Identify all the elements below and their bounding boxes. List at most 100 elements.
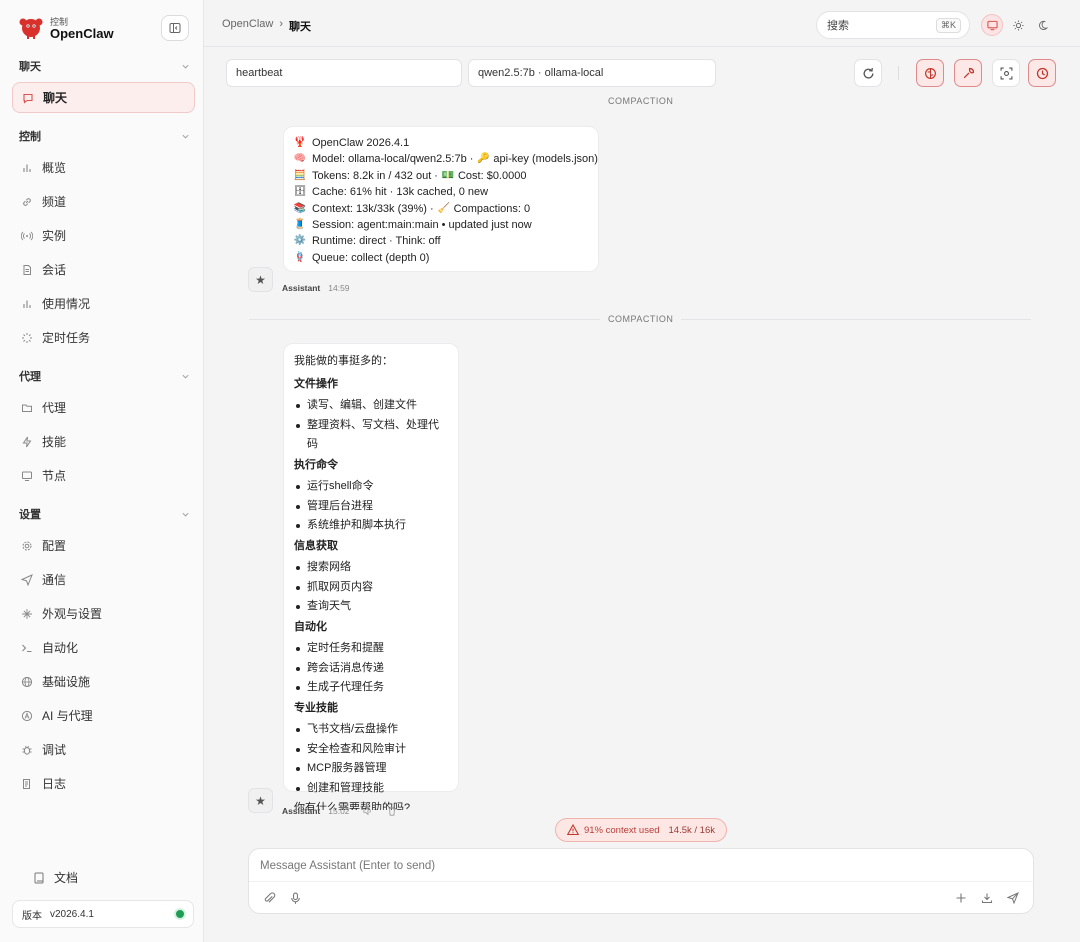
session-value: heartbeat	[236, 67, 283, 79]
chat-bubble-icon	[21, 91, 35, 105]
sidebar-section-header[interactable]: 代理	[0, 364, 204, 388]
model-select[interactable]: qwen2.5:7b · ollama-local	[468, 59, 716, 87]
topbar: OpenClaw › 聊天 搜索 ⌘K	[204, 0, 1080, 47]
sidebar-item-log[interactable]: 日志	[12, 768, 195, 799]
sun-icon	[1012, 19, 1024, 31]
sidebar-item-label: 配置	[42, 539, 67, 553]
sidebar-item-label: 技能	[42, 435, 67, 449]
list-item: 抓取网页内容	[294, 578, 448, 598]
collapse-sidebar-button[interactable]	[161, 15, 189, 41]
theme-system-button[interactable]	[981, 14, 1003, 36]
chevron-down-icon	[182, 134, 189, 138]
sidebar-item-label: AI 与代理	[42, 709, 93, 723]
breadcrumb-root[interactable]: OpenClaw	[222, 18, 273, 34]
status-emoji-icon: 🧹	[437, 202, 450, 214]
chat-thread[interactable]: COMPACTION 🦞 OpenClaw 2026.4.1 🧠 Model: oll…	[204, 90, 1080, 810]
theme-light-button[interactable]	[1007, 14, 1029, 36]
sidebar-item-sparkle[interactable]: 外观与设置	[12, 598, 195, 629]
version-indicator: 版本 v2026.4.1	[12, 900, 194, 928]
sidebar-section-header[interactable]: 设置	[0, 502, 204, 526]
sidebar-item-label: 概览	[42, 161, 67, 175]
status-row-text: Compactions: 0	[453, 202, 531, 215]
context-usage-value: 14.5k / 16k	[668, 824, 715, 836]
sidebar-section-header[interactable]: 聊天	[0, 54, 204, 78]
status-row-text: Context: 13k/33k (39%) ·	[312, 202, 434, 215]
warning-triangle-icon	[566, 824, 579, 836]
chevron-down-icon	[182, 64, 189, 68]
focus-mode-button[interactable]	[992, 59, 1020, 87]
compaction-divider-label-top: COMPACTION	[600, 96, 682, 106]
status-card-message: 🦞 OpenClaw 2026.4.1 🧠 Model: ollama-local/q…	[283, 126, 599, 272]
sidebar-item-document[interactable]: 会话	[12, 254, 195, 285]
list-item: 系统维护和脚本执行	[294, 516, 448, 536]
sidebar-section-header[interactable]: 控制	[0, 124, 204, 148]
send-icon[interactable]	[1005, 890, 1021, 906]
context-usage-warning: 91% context used 14.5k / 16k	[555, 818, 727, 842]
sidebar-item-bar-chart[interactable]: 概览	[12, 152, 195, 183]
theme-dark-button[interactable]	[1033, 14, 1055, 36]
list-item: 生成子代理任务	[294, 678, 448, 698]
wrench-icon	[963, 67, 974, 78]
chevron-down-icon	[182, 374, 189, 378]
sidebar-item-chat-bubble[interactable]: 聊天	[12, 82, 195, 113]
tools-toggle-button[interactable]	[954, 59, 982, 87]
sidebar-item-bug[interactable]: 调试	[12, 734, 195, 765]
sidebar-item-lightning[interactable]: 技能	[12, 426, 195, 457]
message-time: 14:59	[328, 283, 350, 293]
status-row: 🧵 Session: agent:main:main • updated just…	[294, 217, 588, 233]
assistant-avatar: ★	[248, 788, 273, 813]
speaker-icon[interactable]	[362, 805, 374, 817]
app-window: 控制 OpenClaw 聊天 聊天 控制 概览 频道 实例 会话 使用情况 定时任务 代理 代理 技能…	[0, 0, 1080, 942]
plus-icon[interactable]	[953, 890, 969, 906]
trash-icon[interactable]	[386, 805, 398, 817]
attach-icon[interactable]	[261, 890, 277, 906]
status-row-text: OpenClaw 2026.4.1	[312, 137, 410, 149]
sidebar-item-gear[interactable]: 配置	[12, 530, 195, 561]
reply-group-title: 自动化	[294, 620, 327, 633]
microphone-icon[interactable]	[287, 890, 303, 906]
version-label: 版本	[22, 910, 42, 922]
sidebar-item-link[interactable]: 频道	[12, 186, 195, 217]
sidebar-item-send[interactable]: 通信	[12, 564, 195, 595]
sidebar-item-label: 聊天	[43, 91, 68, 105]
sender-name: Assistant	[282, 283, 321, 293]
bug-icon	[20, 743, 34, 757]
status-row: 🧠 Model: ollama-local/qwen2.5:7b · 🔑 api-ke…	[294, 151, 598, 167]
session-select[interactable]: heartbeat	[226, 59, 462, 87]
thinking-toggle-button[interactable]	[916, 59, 944, 87]
sidebar-item-ai[interactable]: AI 与代理	[12, 700, 195, 731]
sidebar-item-terminal[interactable]: 自动化	[12, 632, 195, 663]
broadcast-icon	[20, 229, 34, 243]
sidebar-item-broadcast[interactable]: 实例	[12, 220, 195, 251]
sidebar-item-label: 自动化	[42, 641, 79, 655]
message-meta: Assistant 15:02	[282, 805, 398, 817]
download-icon[interactable]	[979, 890, 995, 906]
sidebar-item-label: 会话	[42, 263, 67, 277]
sidebar-item-monitor[interactable]: 节点	[12, 460, 195, 491]
message-input[interactable]: Message Assistant (Enter to send)	[260, 860, 435, 872]
document-icon	[20, 263, 34, 277]
search-input[interactable]: 搜索 ⌘K	[816, 11, 970, 39]
status-row: 🪢 Queue: collect (depth 0)	[294, 250, 588, 266]
status-emoji-icon: 🧵	[293, 219, 307, 231]
sidebar-item-folder[interactable]: 代理	[12, 392, 195, 423]
sidebar-item-globe[interactable]: 基础设施	[12, 666, 195, 697]
reply-group-title: 信息获取	[294, 539, 338, 552]
clock-icon	[1036, 67, 1048, 79]
star-icon: ★	[255, 272, 266, 287]
refresh-button[interactable]	[854, 59, 882, 87]
sidebar-item-bar-chart[interactable]: 使用情况	[12, 288, 195, 319]
theme-switcher	[981, 11, 1061, 39]
sidebar-item-loader[interactable]: 定时任务	[12, 322, 195, 353]
chat-toolbar: heartbeat qwen2.5:7b · ollama-local	[204, 58, 1080, 88]
message-composer[interactable]: Message Assistant (Enter to send)	[248, 848, 1035, 914]
monitor-icon	[20, 469, 34, 483]
sidebar-item-docs[interactable]: 文档	[24, 862, 207, 893]
focus-icon	[1000, 67, 1012, 79]
sidebar-nav: 聊天 聊天 控制 概览 频道 实例 会话 使用情况 定时任务 代理 代理 技能 节点 设置 配置 通信 外观与设…	[0, 54, 204, 810]
list-item: 搜索网络	[294, 558, 448, 578]
history-button[interactable]	[1028, 59, 1056, 87]
sidebar-item-label: 外观与设置	[42, 607, 103, 621]
assistant-reply-message: 我能做的事挺多的： 文件操作 读写、编辑、创建文件 整理资料、写文档、处理代码 执行命令…	[283, 343, 459, 810]
composer-divider	[249, 881, 1035, 882]
